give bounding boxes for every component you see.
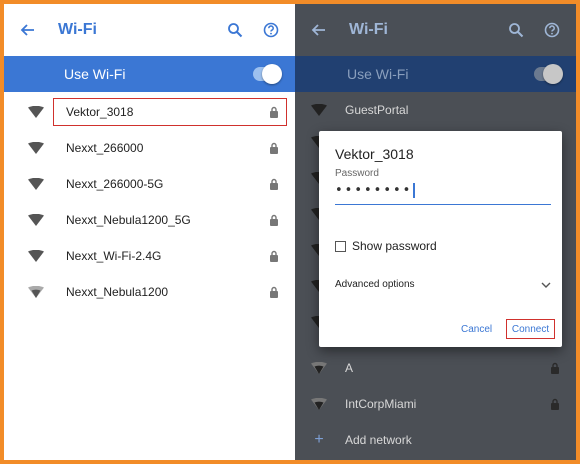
lock-icon [270, 214, 278, 226]
wifi-icon [28, 178, 44, 190]
network-name: Nexxt_Wi-Fi-2.4G [66, 249, 162, 263]
back-arrow-icon[interactable] [16, 18, 40, 42]
network-row[interactable]: Nexxt_Nebula1200_5G [4, 202, 295, 238]
show-password-checkbox[interactable]: Show password [335, 239, 437, 253]
network-name: IntCorpMiami [345, 397, 417, 411]
back-arrow-icon [307, 18, 331, 42]
wifi-toggle [534, 64, 563, 84]
wifi-icon [28, 142, 44, 154]
wifi-icon [311, 362, 327, 374]
network-name: Nexxt_266000 [66, 141, 144, 155]
use-wifi-label: Use Wi-Fi [347, 66, 409, 82]
lock-icon [270, 178, 278, 190]
network-name: Nexxt_266000-5G [66, 177, 164, 191]
search-icon [504, 18, 528, 42]
lock-icon [551, 362, 559, 374]
wifi-icon [311, 104, 327, 116]
network-row: IntCorpMiami [295, 386, 576, 422]
add-network-row: + Add network [295, 422, 576, 458]
toggle-knob [262, 64, 282, 84]
wifi-toggle[interactable] [253, 64, 282, 84]
lock-icon [270, 250, 278, 262]
network-row: A [295, 350, 576, 386]
network-name: Nexxt_Nebula1200_5G [66, 213, 191, 227]
selection-highlight [53, 98, 287, 126]
network-row: GuestPortal [295, 92, 576, 128]
network-row[interactable]: Nexxt_266000 [4, 130, 295, 166]
wifi-icon [311, 398, 327, 410]
advanced-options-label: Advanced options [335, 279, 415, 290]
lock-icon [270, 142, 278, 154]
network-row[interactable]: Nexxt_Wi-Fi-2.4G [4, 238, 295, 274]
wifi-password-dialog: Vektor_3018 Password •••••••• Show passw… [319, 131, 562, 347]
password-value: •••••••• [335, 183, 413, 198]
add-network-label: Add network [345, 433, 412, 447]
toggle-knob [543, 64, 563, 84]
advanced-options-row[interactable]: Advanced options [335, 279, 551, 290]
app-bar-dimmed: Wi-Fi [295, 4, 576, 56]
network-row[interactable]: Vektor_3018 [4, 94, 295, 130]
page-title: Wi-Fi [58, 21, 97, 38]
wifi-icon [28, 106, 44, 118]
dimmed-bottom-list: A IntCorpMiami + Add network [295, 350, 576, 458]
cancel-button[interactable]: Cancel [461, 324, 492, 335]
network-row[interactable]: Nexxt_Nebula1200 [4, 274, 295, 310]
lock-icon [270, 286, 278, 298]
chevron-down-icon[interactable] [541, 282, 551, 288]
password-field[interactable]: •••••••• [335, 183, 551, 205]
network-name: GuestPortal [345, 103, 409, 117]
wifi-icon [28, 250, 44, 262]
use-wifi-bar[interactable]: Use Wi-Fi [4, 56, 295, 92]
checkbox-icon[interactable] [335, 240, 346, 252]
network-list: Vektor_3018 Nexxt_266000 Nexxt_266000-5G… [4, 92, 295, 310]
text-cursor [413, 183, 415, 198]
use-wifi-label: Use Wi-Fi [64, 66, 126, 82]
network-name: A [345, 361, 354, 375]
app-bar: Wi-Fi [4, 4, 295, 56]
page-title: Wi-Fi [349, 21, 388, 38]
lock-icon [551, 398, 559, 410]
use-wifi-bar-dimmed: Use Wi-Fi [295, 56, 576, 92]
help-icon[interactable] [259, 18, 283, 42]
plus-icon: + [314, 431, 324, 448]
show-password-label: Show password [352, 239, 437, 253]
network-row[interactable]: Nexxt_266000-5G [4, 166, 295, 202]
wifi-settings-left: Wi-Fi Use Wi-Fi Vektor_3018 Nexxt_266000 [4, 4, 295, 460]
network-name: Nexxt_Nebula1200 [66, 285, 169, 299]
search-icon[interactable] [223, 18, 247, 42]
wifi-icon [28, 286, 44, 298]
connect-label: Connect [511, 323, 550, 335]
help-icon [540, 18, 564, 42]
connect-button[interactable]: Connect [506, 319, 555, 339]
dialog-title: Vektor_3018 [335, 146, 414, 162]
screen-frame: Wi-Fi Use Wi-Fi Vektor_3018 Nexxt_266000 [0, 0, 580, 464]
wifi-icon [28, 214, 44, 226]
password-label: Password [335, 168, 379, 179]
